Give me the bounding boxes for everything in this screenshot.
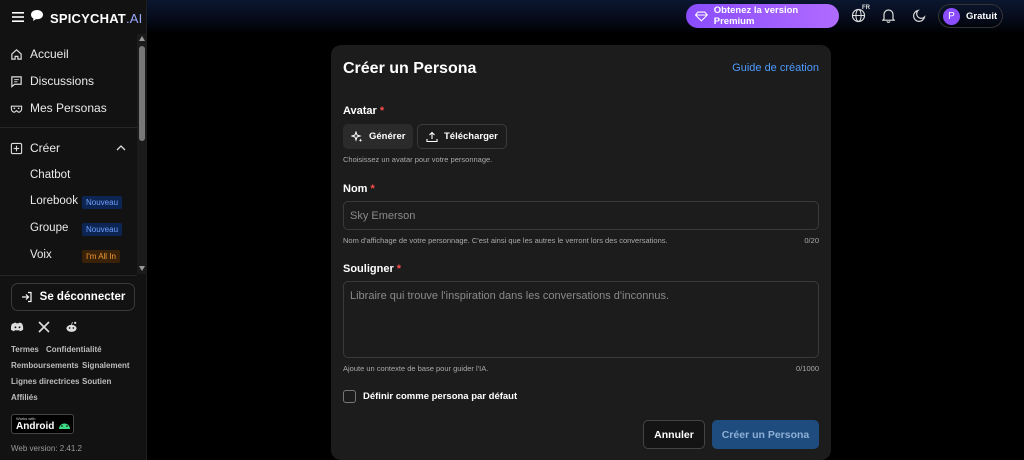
sidebar-scrollbar[interactable]: [137, 34, 147, 274]
logo-suffix: .AI: [125, 10, 143, 26]
sidebar-item-voice[interactable]: Voix: [30, 249, 52, 261]
android-icon: [59, 423, 70, 429]
generate-button[interactable]: Générer: [343, 124, 414, 149]
upload-label: Télécharger: [444, 131, 498, 142]
android-badge[interactable]: Works with Android: [11, 414, 74, 434]
logo-icon: [30, 9, 44, 27]
android-badge-label: Android: [16, 421, 55, 432]
sidebar: SPICYCHAT.AI Accueil Discussions Mes Per…: [0, 0, 147, 460]
plus-square-icon: [10, 142, 23, 154]
footer-link-affiliates[interactable]: Affiliés: [11, 393, 38, 402]
moon-icon[interactable]: [913, 8, 927, 27]
version-text: Web version: 2.41.2: [11, 444, 83, 453]
top-bar: [0, 0, 1024, 34]
new-badge: Nouveau: [82, 223, 123, 236]
creation-guide-link[interactable]: Guide de création: [732, 62, 819, 74]
sidebar-label: Chatbot: [30, 169, 71, 181]
sidebar-item-chatbot[interactable]: Chatbot: [30, 169, 70, 181]
reddit-icon[interactable]: [65, 320, 78, 338]
logout-label: Se déconnecter: [39, 291, 126, 303]
language-badge: FR: [862, 5, 870, 11]
home-icon: [11, 48, 22, 60]
menu-icon[interactable]: [12, 9, 24, 27]
cancel-button[interactable]: Annuler: [643, 420, 705, 449]
scrollbar-thumb[interactable]: [139, 46, 145, 141]
sidebar-label: Discussions: [30, 74, 95, 88]
scroll-up-icon[interactable]: [139, 36, 145, 41]
premium-label: Obtenez la version Premium: [713, 5, 799, 27]
sidebar-label: Accueil: [30, 47, 69, 61]
required-mark: *: [379, 105, 385, 117]
avatar-label-text: Avatar: [343, 105, 377, 117]
footer-link-guidelines[interactable]: Lignes directrices: [11, 377, 79, 386]
globe-icon[interactable]: [851, 8, 866, 28]
name-label: Nom *: [343, 183, 375, 195]
highlight-textarea[interactable]: [343, 281, 819, 358]
name-char-count: 0/20: [804, 236, 819, 245]
chat-icon: [11, 75, 22, 88]
sidebar-label: Voix: [30, 249, 52, 261]
diamond-icon: [695, 11, 708, 22]
sidebar-item-group[interactable]: Groupe: [30, 222, 68, 234]
footer-link-report[interactable]: Signalement: [82, 361, 130, 370]
default-persona-label[interactable]: Définir comme persona par défaut: [363, 391, 517, 402]
avatar-hint: Choisissez un avatar pour votre personna…: [343, 155, 493, 164]
name-hint: Nom d'affichage de votre personnage. C'e…: [343, 236, 668, 245]
divider: [0, 127, 137, 128]
sidebar-item-personas[interactable]: Mes Personas: [10, 101, 107, 115]
premium-button[interactable]: Obtenez la version Premium: [686, 4, 839, 28]
divider: [0, 275, 137, 276]
highlight-hint: Ajoute un contexte de base pour guider l…: [343, 364, 489, 373]
logout-button[interactable]: Se déconnecter: [11, 283, 135, 311]
sidebar-item-lorebook[interactable]: Lorebook: [30, 195, 78, 207]
cancel-label: Annuler: [654, 428, 694, 441]
required-mark: *: [396, 263, 402, 275]
user-plan: Gratuit: [966, 10, 998, 22]
footer-link-terms[interactable]: Termes: [11, 345, 39, 354]
mask-icon: [10, 105, 23, 113]
logo-row: SPICYCHAT.AI: [12, 9, 142, 27]
scroll-down-icon[interactable]: [139, 266, 145, 271]
highlight-label-text: Souligner: [343, 263, 394, 275]
tier-badge: I'm All In: [82, 250, 120, 263]
logout-icon: [21, 291, 32, 303]
highlight-label: Souligner *: [343, 263, 401, 275]
required-mark: *: [370, 183, 375, 195]
x-icon[interactable]: [38, 320, 50, 338]
highlight-char-count: 0/1000: [796, 364, 819, 373]
chevron-up-icon[interactable]: [116, 144, 126, 152]
footer-link-privacy[interactable]: Confidentialité: [46, 345, 102, 354]
footer-link-refunds[interactable]: Remboursements: [11, 361, 79, 370]
default-persona-checkbox[interactable]: [343, 390, 356, 403]
generate-label: Générer: [369, 131, 406, 142]
sidebar-item-home[interactable]: Accueil: [10, 47, 69, 61]
sparkles-icon: [351, 130, 363, 142]
create-persona-button[interactable]: Créer un Persona: [712, 420, 819, 449]
user-menu[interactable]: P Gratuit: [938, 4, 1003, 28]
upload-button[interactable]: Télécharger: [417, 124, 507, 149]
discord-icon[interactable]: [10, 320, 24, 338]
create-persona-card: Créer un Persona Guide de création Avata…: [331, 45, 831, 460]
logo-main: SPICYCHAT: [50, 10, 126, 26]
create-label: Créer un Persona: [721, 428, 810, 441]
sidebar-item-discussions[interactable]: Discussions: [10, 74, 94, 88]
page-title: Créer un Persona: [343, 60, 477, 77]
bell-icon[interactable]: [881, 8, 896, 28]
avatar-label: Avatar *: [343, 105, 384, 117]
avatar: P: [943, 7, 960, 25]
upload-icon: [426, 131, 438, 142]
sidebar-label: Groupe: [30, 222, 69, 234]
name-label-text: Nom: [343, 183, 368, 195]
new-badge: Nouveau: [82, 196, 123, 209]
sidebar-label: Mes Personas: [30, 101, 107, 115]
sidebar-item-create[interactable]: Créer: [10, 141, 126, 155]
logo-text[interactable]: SPICYCHAT.AI: [50, 11, 142, 26]
sidebar-label: Lorebook: [30, 195, 78, 207]
name-input[interactable]: [343, 201, 819, 230]
footer-link-support[interactable]: Soutien: [82, 377, 111, 386]
sidebar-label: Créer: [30, 141, 61, 155]
